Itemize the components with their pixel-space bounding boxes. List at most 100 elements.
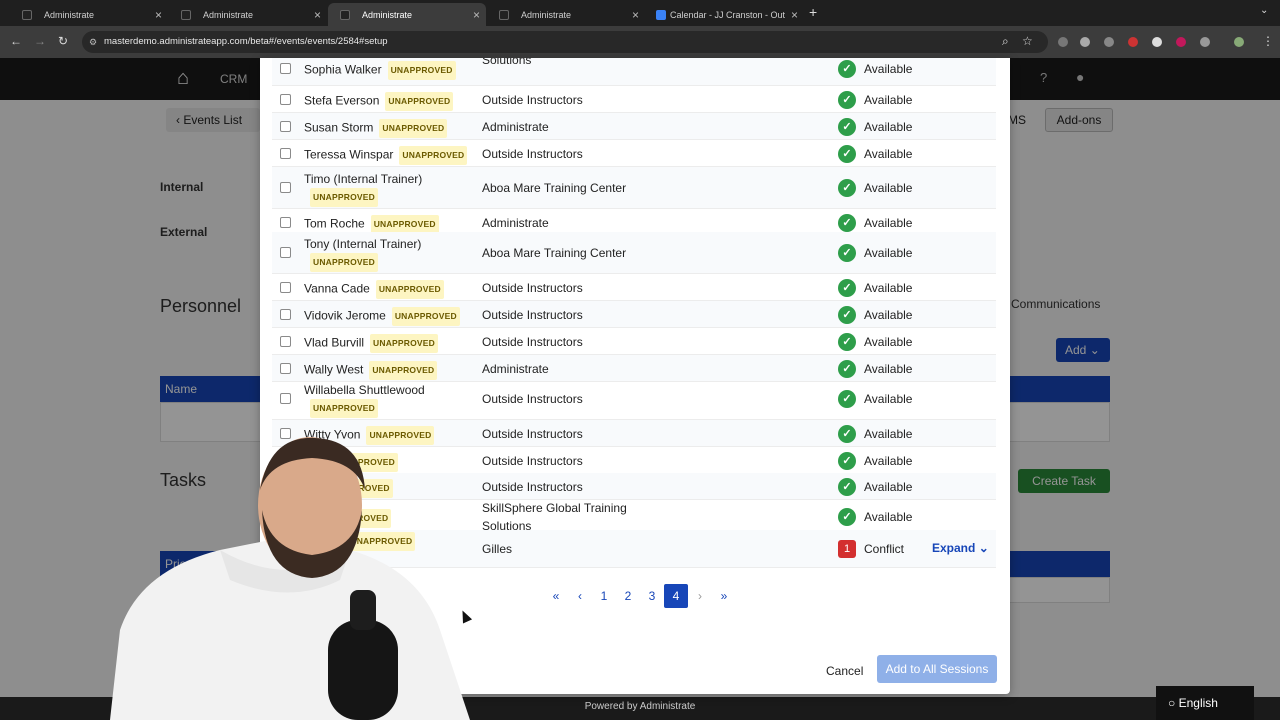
select-checkbox[interactable]	[280, 362, 291, 374]
browser-tab[interactable]: Administrate ×	[169, 3, 327, 26]
organization-cell: Outside Instructors	[482, 146, 583, 161]
select-checkbox[interactable]	[280, 335, 291, 347]
site-info-icon[interactable]: ⚙	[89, 31, 97, 53]
extension-icon[interactable]	[1128, 37, 1138, 47]
personnel-row[interactable]: Vidovik Jerome UNAPPROVED Outside Instruct…	[272, 301, 996, 328]
status-cell: ✓ Available	[838, 60, 912, 78]
forward-arrow-icon[interactable]: →	[34, 34, 46, 48]
select-checkbox[interactable]	[280, 182, 291, 193]
close-tab-icon[interactable]: ×	[155, 8, 162, 22]
new-tab-icon[interactable]: +	[809, 4, 817, 20]
unapproved-badge: UNAPPROVED	[310, 188, 378, 207]
status-cell: 1 Conflict	[838, 540, 904, 558]
close-tab-icon[interactable]: ×	[632, 8, 639, 22]
unapproved-badge: UNAPPROVED	[379, 118, 448, 138]
personnel-row[interactable]: Stefa Everson UNAPPROVED Outside Instructo…	[272, 86, 996, 113]
language-selector[interactable]: ○ English	[1156, 686, 1254, 720]
browser-tab[interactable]: Administrate ×	[487, 3, 645, 26]
close-tab-icon[interactable]: ×	[473, 8, 480, 22]
personnel-name: Wally West UNAPPROVED	[304, 360, 474, 380]
personnel-row[interactable]: Teressa Winspar UNAPPROVED Outside Instruc…	[272, 140, 996, 167]
prev-page-button[interactable]: ‹	[568, 584, 592, 608]
browser-tab[interactable]: Calendar - JJ Cranston - Out ×	[646, 3, 804, 26]
status-text: Available	[864, 280, 913, 295]
name-text: Stefa Everson	[304, 93, 380, 108]
expand-label: Expand	[932, 541, 976, 555]
browser-tab[interactable]: Administrate ×	[10, 3, 168, 26]
personnel-name: Susan Storm UNAPPROVED	[304, 118, 474, 138]
select-checkbox[interactable]	[280, 393, 291, 404]
check-circle-icon: ✓	[838, 477, 856, 496]
expand-conflict-button[interactable]: Expand ⌄	[932, 541, 989, 555]
select-checkbox[interactable]	[280, 63, 291, 74]
status-text: Available	[864, 92, 913, 107]
extension-icon[interactable]	[1176, 37, 1186, 47]
extension-icon[interactable]	[1058, 37, 1068, 47]
name-text: Vlad Burvill	[304, 335, 365, 350]
status-text: Available	[864, 246, 913, 260]
cancel-button[interactable]: Cancel	[820, 658, 869, 684]
unapproved-badge: UNAPPROVED	[375, 279, 444, 299]
personnel-name: Timo (Internal Trainer) UNAPPROVED	[304, 171, 474, 207]
zoom-icon[interactable]: ⌕	[1002, 34, 1009, 49]
last-page-button[interactable]: »	[712, 584, 736, 608]
page-button[interactable]: 2	[616, 584, 640, 608]
extension-icon[interactable]	[1080, 37, 1090, 47]
address-bar[interactable]: ⚙ masterdemo.administrateapp.com/beta#/e…	[82, 31, 1048, 53]
select-checkbox[interactable]	[280, 308, 291, 320]
bookmark-star-icon[interactable]: ☆	[1022, 34, 1033, 48]
status-cell: ✓ Available	[838, 144, 912, 163]
first-page-button[interactable]: «	[544, 584, 568, 608]
close-tab-icon[interactable]: ×	[314, 8, 321, 22]
select-checkbox[interactable]	[280, 93, 291, 105]
page-button-current[interactable]: 4	[664, 584, 688, 608]
personnel-row[interactable]: Willabella Shuttlewood UNAPPROVED Outside …	[272, 378, 996, 420]
status-text: Available	[864, 453, 913, 468]
personnel-name: Stefa Everson UNAPPROVED	[304, 91, 474, 111]
personnel-row[interactable]: Vlad Burvill UNAPPROVED Outside Instructor…	[272, 328, 996, 355]
select-checkbox[interactable]	[280, 120, 291, 132]
add-to-all-sessions-button[interactable]: Add to All Sessions	[877, 655, 997, 683]
status-cell: ✓ Available	[838, 213, 912, 232]
unapproved-badge: UNAPPROVED	[310, 399, 378, 418]
url-text: masterdemo.administrateapp.com/beta#/eve…	[104, 36, 388, 47]
status-text: Available	[864, 62, 913, 76]
personnel-row[interactable]: Vanna Cade UNAPPROVED Outside Instructors ✓…	[272, 274, 996, 301]
check-circle-icon: ✓	[838, 60, 856, 78]
organization-cell: Outside Instructors	[482, 280, 583, 295]
extension-icon[interactable]	[1152, 37, 1162, 47]
back-arrow-icon[interactable]: ←	[10, 34, 22, 48]
status-text: Conflict	[864, 542, 905, 556]
extension-icon[interactable]	[1104, 37, 1114, 47]
unapproved-badge: UNAPPROVED	[399, 145, 468, 165]
tab-search-icon[interactable]: ⌄	[1260, 5, 1268, 16]
check-circle-icon: ✓	[838, 117, 856, 136]
check-circle-icon: ✓	[838, 305, 856, 324]
check-circle-icon: ✓	[838, 332, 856, 351]
personnel-row[interactable]: Sophia Walker UNAPPROVED Solutions ✓ Availab…	[272, 58, 996, 86]
personnel-row[interactable]: Susan Storm UNAPPROVED Administrate ✓ Availa…	[272, 113, 996, 140]
next-page-button[interactable]: ›	[688, 584, 712, 608]
select-checkbox[interactable]	[280, 247, 291, 258]
profile-avatar[interactable]	[1234, 37, 1244, 47]
status-text: Available	[864, 181, 913, 195]
administrate-icon	[181, 9, 191, 20]
close-tab-icon[interactable]: ×	[791, 8, 798, 22]
select-checkbox[interactable]	[280, 281, 291, 293]
page-button[interactable]: 1	[592, 584, 616, 608]
select-checkbox[interactable]	[280, 147, 291, 159]
unapproved-badge: UNAPPROVED	[370, 333, 439, 353]
page-button[interactable]: 3	[640, 584, 664, 608]
browser-menu-icon[interactable]: ⋮	[1262, 34, 1274, 48]
extensions-puzzle-icon[interactable]	[1200, 37, 1210, 47]
personnel-row[interactable]: Tony (Internal Trainer) UNAPPROVED Aboa Ma…	[272, 232, 996, 274]
status-cell: ✓ Available	[838, 477, 912, 496]
conflict-count-badge: 1	[838, 540, 856, 558]
reload-icon[interactable]: ↻	[58, 34, 68, 48]
tab-title: Administrate	[203, 9, 254, 20]
select-checkbox[interactable]	[280, 216, 291, 228]
personnel-name: Tom Roche UNAPPROVED	[304, 214, 474, 234]
status-text: Available	[864, 119, 913, 134]
browser-tab-active[interactable]: Administrate ×	[328, 3, 486, 26]
personnel-row[interactable]: Timo (Internal Trainer) UNAPPROVED Aboa Ma…	[272, 167, 996, 209]
